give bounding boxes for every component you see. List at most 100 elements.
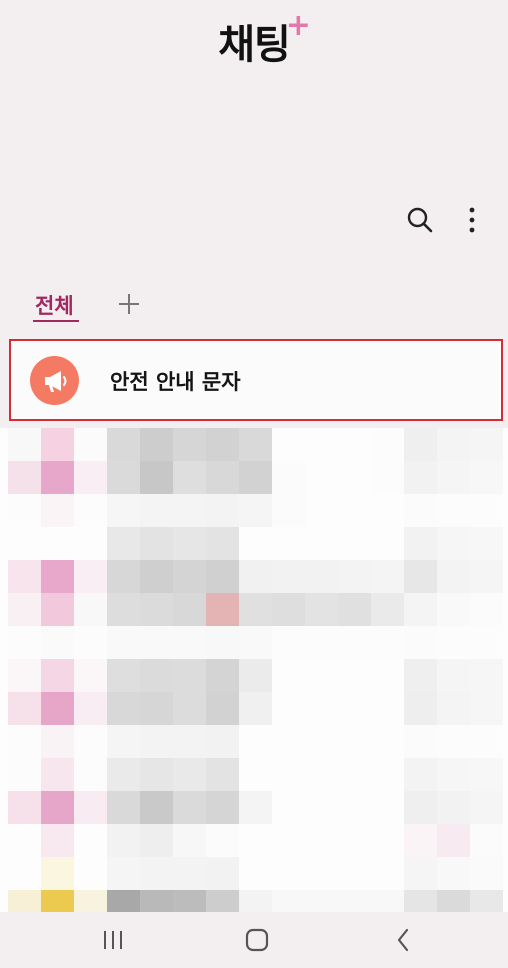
blur-cell [404, 692, 437, 725]
blur-cell [470, 428, 503, 461]
chat-row-safety-notice[interactable]: 안전 안내 문자 [9, 339, 503, 421]
blur-cell [173, 890, 206, 912]
blur-cell [107, 824, 140, 857]
blur-cell [239, 758, 272, 791]
blur-cell [41, 593, 74, 626]
notice-avatar [30, 356, 79, 405]
blur-cell [305, 428, 338, 461]
blur-cell [107, 659, 140, 692]
blur-cell [8, 461, 41, 494]
blur-cell [239, 890, 272, 912]
blur-cell [107, 857, 140, 890]
blur-cell [470, 626, 503, 659]
blur-cell [470, 890, 503, 912]
blur-cell [371, 494, 404, 527]
blur-cell [206, 461, 239, 494]
blur-cell [206, 890, 239, 912]
blur-cell [470, 494, 503, 527]
app-title-text: 채팅 [218, 22, 291, 68]
blur-cell [8, 659, 41, 692]
blur-cell [338, 461, 371, 494]
blur-cell [140, 428, 173, 461]
blur-cell [437, 428, 470, 461]
blur-cell [371, 857, 404, 890]
blur-cell [41, 626, 74, 659]
blur-cell [8, 560, 41, 593]
more-options-button[interactable] [452, 200, 492, 240]
blur-cell [140, 494, 173, 527]
blur-cell [8, 494, 41, 527]
blur-cell [74, 725, 107, 758]
blur-cell [74, 758, 107, 791]
add-tab-button[interactable] [116, 289, 142, 319]
blur-cell [41, 659, 74, 692]
blur-cell [371, 791, 404, 824]
blur-cell [206, 725, 239, 758]
blur-cell [437, 857, 470, 890]
blur-cell [41, 692, 74, 725]
blur-cell [206, 428, 239, 461]
blur-cell [305, 593, 338, 626]
blur-cell [206, 791, 239, 824]
blur-cell [107, 428, 140, 461]
blur-cell [173, 692, 206, 725]
blur-cell [305, 494, 338, 527]
navigation-bar [0, 912, 508, 968]
blur-cell [8, 824, 41, 857]
blur-cell [371, 527, 404, 560]
blur-cell [107, 890, 140, 912]
blur-cell [41, 725, 74, 758]
blur-cell [404, 857, 437, 890]
blur-cell [305, 758, 338, 791]
blur-cell [470, 725, 503, 758]
blur-cell [404, 560, 437, 593]
blur-cell [140, 659, 173, 692]
blur-cell [107, 527, 140, 560]
blur-cell [173, 791, 206, 824]
blur-cell [140, 593, 173, 626]
blur-cell [305, 527, 338, 560]
blur-cell [41, 857, 74, 890]
search-button[interactable] [400, 200, 440, 240]
blur-cell [239, 593, 272, 626]
blur-cell [107, 593, 140, 626]
home-button[interactable] [237, 924, 277, 956]
blur-cell [173, 560, 206, 593]
blur-cell [107, 692, 140, 725]
blur-cell [305, 626, 338, 659]
blur-cell [371, 461, 404, 494]
blur-cell [437, 692, 470, 725]
blur-cell [239, 560, 272, 593]
home-icon [245, 928, 269, 952]
blur-cell [173, 824, 206, 857]
blur-cell [338, 692, 371, 725]
blur-cell [173, 725, 206, 758]
blur-cell [206, 758, 239, 791]
recent-apps-button[interactable] [93, 924, 133, 956]
back-button[interactable] [383, 924, 423, 956]
blur-cell [437, 659, 470, 692]
blur-cell [305, 461, 338, 494]
blur-cell [371, 593, 404, 626]
blur-cell [272, 527, 305, 560]
blur-cell [173, 527, 206, 560]
blur-cell [8, 626, 41, 659]
tab-all[interactable]: 전체 [35, 290, 74, 320]
blur-cell [140, 560, 173, 593]
blur-cell [305, 725, 338, 758]
blur-cell [74, 659, 107, 692]
blur-cell [470, 692, 503, 725]
blur-cell [404, 890, 437, 912]
blur-cell [206, 560, 239, 593]
blur-cell [107, 725, 140, 758]
blur-cell [371, 428, 404, 461]
blur-cell [239, 527, 272, 560]
blur-cell [173, 626, 206, 659]
blur-cell [8, 527, 41, 560]
blur-cell [437, 593, 470, 626]
blur-cell [74, 593, 107, 626]
blur-cell [338, 527, 371, 560]
blur-cell [470, 857, 503, 890]
blur-cell [404, 527, 437, 560]
blur-cell [206, 692, 239, 725]
